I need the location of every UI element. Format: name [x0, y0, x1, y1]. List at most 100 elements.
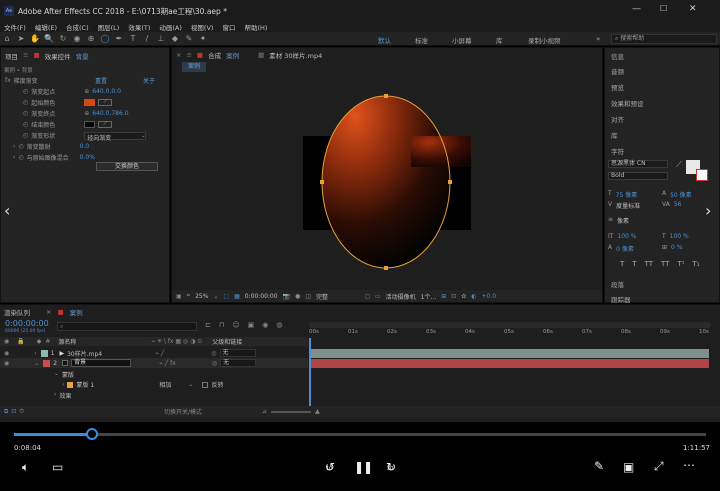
stopwatch-icon[interactable]: ◴: [18, 143, 23, 150]
workspace-small-screen[interactable]: 小屏幕: [452, 35, 472, 45]
ramp-shape-select[interactable]: 径向渐变: [84, 131, 147, 142]
timeline-search-input[interactable]: ⌕: [57, 322, 197, 331]
tab-render-queue[interactable]: 渲染队列: [4, 307, 30, 317]
workspace-record[interactable]: 录制小视频: [528, 35, 561, 45]
tab-timeline-comp[interactable]: 案例: [70, 307, 83, 317]
workspace-default[interactable]: 默认: [378, 35, 391, 45]
zoom-out-icon[interactable]: ⊿: [262, 408, 267, 415]
layer-duration-bar[interactable]: [311, 349, 709, 358]
panel-preview[interactable]: 预览: [611, 82, 624, 92]
panel-libraries[interactable]: 库: [611, 130, 618, 140]
selection-tool-icon[interactable]: ➤: [16, 33, 27, 44]
previous-arrow-icon[interactable]: ‹: [4, 201, 10, 220]
frame-blending-icon[interactable]: ▣: [248, 321, 255, 329]
font-family-select[interactable]: 思源黑体 CN: [608, 160, 668, 168]
exposure-icon[interactable]: ◐: [471, 293, 476, 300]
font-size-value[interactable]: 75 像素: [616, 190, 638, 199]
exposure-value[interactable]: +0.0: [482, 293, 497, 300]
resolution-select[interactable]: 完整: [316, 292, 360, 301]
hand-tool-icon[interactable]: ✋: [30, 33, 41, 44]
subscript-icon[interactable]: T₁: [693, 260, 700, 268]
end-point-value[interactable]: 640.0,786.0: [92, 110, 128, 117]
start-color-swatch[interactable]: [84, 99, 96, 106]
end-color-swatch[interactable]: [84, 121, 96, 128]
panel-audio[interactable]: 音频: [611, 66, 624, 76]
expand-arrow-icon[interactable]: ›: [13, 143, 15, 150]
parent-select[interactable]: 无: [219, 349, 256, 357]
effect-target-layer[interactable]: 背景: [76, 51, 89, 61]
crosshair-icon[interactable]: ⊕: [84, 110, 89, 117]
baseline-value[interactable]: 0 像素: [616, 244, 634, 253]
reset-button[interactable]: 重置: [95, 76, 107, 85]
seek-track[interactable]: [14, 433, 706, 436]
region-icon[interactable]: ⬚: [223, 293, 229, 300]
clone-stamp-tool-icon[interactable]: ⊥: [156, 33, 167, 44]
eyedropper-icon[interactable]: ⟋: [676, 160, 682, 170]
volume-icon[interactable]: 🔈︎: [22, 460, 29, 475]
mask-color-swatch[interactable]: [67, 381, 74, 388]
expand-arrow-icon[interactable]: ›: [62, 381, 64, 388]
view-options-icon[interactable]: ⊞: [441, 293, 446, 300]
menu-edit[interactable]: 编辑(E): [35, 22, 57, 32]
graph-editor-icon[interactable]: ◍: [276, 321, 282, 329]
layer-duration-bar[interactable]: [311, 359, 709, 368]
stopwatch-icon[interactable]: ◴: [23, 121, 28, 128]
maximize-icon[interactable]: ☐: [660, 4, 667, 13]
more-options-icon[interactable]: ⋯: [683, 458, 695, 472]
parent-select[interactable]: 无: [220, 359, 257, 367]
leading-value[interactable]: 50 像素: [670, 190, 692, 199]
expand-arrow-icon[interactable]: ⌄: [34, 360, 39, 367]
stroke-width-value[interactable]: 像素: [617, 216, 629, 225]
roto-brush-tool-icon[interactable]: ✎: [184, 33, 195, 44]
mask-vertex[interactable]: [448, 180, 452, 184]
tracking-value[interactable]: 56: [674, 201, 682, 208]
expand-arrow-icon[interactable]: ›: [54, 391, 56, 400]
close-icon[interactable]: ✕: [689, 4, 697, 14]
menu-help[interactable]: 帮助(H): [244, 22, 267, 32]
eraser-tool-icon[interactable]: ◆: [170, 33, 181, 44]
parent-pickwhip-icon[interactable]: ◎: [212, 360, 217, 367]
panel-paragraph[interactable]: 段落: [611, 279, 624, 289]
horizontal-scale-value[interactable]: 100 %: [670, 233, 689, 240]
toggle-modes-icon[interactable]: ⊡: [11, 408, 16, 415]
small-caps-icon[interactable]: TT: [661, 260, 669, 268]
subtitles-icon[interactable]: ▭: [52, 460, 63, 474]
magnify-toggle-icon[interactable]: ▣: [176, 293, 182, 300]
color-channel-icon[interactable]: ●: [295, 293, 300, 300]
stopwatch-icon[interactable]: ◴: [23, 110, 28, 117]
toggle-switches-icon[interactable]: ⧉: [4, 408, 8, 416]
snapshot-icon[interactable]: 📷: [283, 293, 290, 300]
start-point-value[interactable]: 640.0,0.0: [92, 88, 121, 95]
transparency-icon[interactable]: ▦: [234, 293, 240, 300]
layer-name[interactable]: 30样片.mp4: [67, 349, 155, 358]
ellipse-tool-icon[interactable]: ◯: [100, 33, 111, 44]
menu-file[interactable]: 文件(F): [4, 22, 26, 32]
toggle-in-out-icon[interactable]: ⏱: [19, 408, 24, 416]
tab-footage[interactable]: 素材 30样片.mp4: [269, 50, 322, 60]
invert-checkbox[interactable]: [202, 381, 209, 388]
fast-preview-icon[interactable]: ◻: [365, 293, 370, 300]
workspace-standard[interactable]: 标准: [415, 35, 428, 45]
home-icon[interactable]: ⌂: [2, 33, 13, 44]
shy-icon[interactable]: ☺: [232, 321, 239, 329]
panel-menu-icon[interactable]: ≡: [23, 51, 28, 61]
panel-align[interactable]: 对齐: [611, 114, 624, 124]
pen-tool-icon[interactable]: ✒: [114, 33, 125, 44]
crosshair-icon[interactable]: ⊕: [84, 88, 89, 95]
menu-window[interactable]: 窗口: [222, 22, 235, 32]
zoom-in-icon[interactable]: ▲: [315, 408, 320, 415]
visibility-icon[interactable]: ◉: [4, 350, 9, 357]
menu-composition[interactable]: 合成(C): [66, 22, 89, 32]
about-button[interactable]: 关于: [143, 76, 155, 85]
flowchart-icon[interactable]: ⊡: [451, 293, 456, 300]
next-arrow-icon[interactable]: ›: [705, 201, 711, 220]
ramp-scatter-value[interactable]: 0.0: [80, 143, 90, 150]
mask-vertex[interactable]: [384, 94, 388, 98]
layer-row[interactable]: ◉ › 1 ▶ 30样片.mp4 ⌁ ╱ ◎ 无: [0, 348, 308, 358]
tsume-value[interactable]: 0 %: [671, 244, 682, 251]
skip-back-button[interactable]: ↺ 10: [322, 460, 338, 476]
swap-colors-button[interactable]: 交换颜色: [96, 162, 158, 171]
motion-blur-icon[interactable]: ◉: [262, 321, 268, 329]
camera-tool-icon[interactable]: ◉: [72, 33, 83, 44]
layer-label-color[interactable]: [43, 359, 51, 367]
